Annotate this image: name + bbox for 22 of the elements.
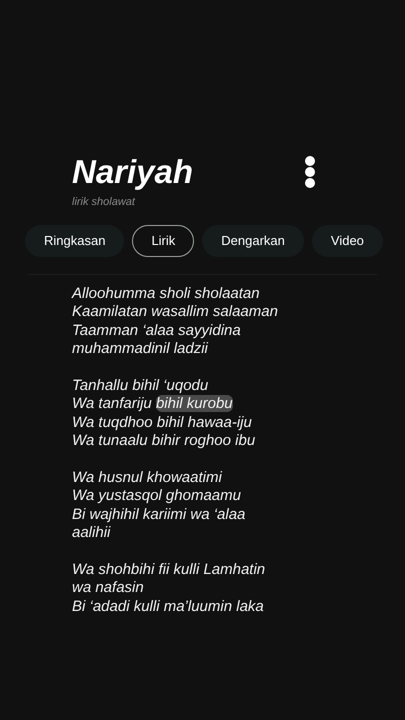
lyric-line: Wa tunaalu bihir roghoo ibu xyxy=(72,432,256,450)
lyric-line: Wa husnul khowaatimi xyxy=(72,468,224,487)
song-subtitle: lirik sholawat xyxy=(72,195,136,210)
lyric-line: Bi wajhihil kariimi wa ‘alaa xyxy=(72,506,246,524)
tab[interactable]: Video xyxy=(312,224,383,256)
lyric-line: Wa tuqdhoo bihil hawaa-iju xyxy=(72,414,253,432)
lyric-line: Wa tanfariju bihil kurobu xyxy=(72,395,234,414)
lyric-line: aalihii xyxy=(72,524,112,542)
lyric-line: Kaamilatan wasallim salaaman xyxy=(72,303,279,322)
lyric-line: muhammadinil ladzii xyxy=(72,340,210,358)
lyric-line: Alloohumma sholi sholaatan xyxy=(72,284,261,303)
lyric-line: Wa yustasqol ghomaamu xyxy=(72,487,242,506)
lyric-line: Taamman ‘alaa sayyidina xyxy=(72,322,242,340)
tab[interactable]: Ringkasan xyxy=(25,224,124,256)
lyric-line: Wa shohbihi fii kulli Lamhatin xyxy=(72,560,266,579)
song-title: Nariyah xyxy=(72,152,194,192)
lyric-line: Bi ‘adadi kulli ma’luumin laka xyxy=(72,598,265,616)
more-options-icon[interactable] xyxy=(305,156,315,188)
lyric-line: Tanhallu bihil ‘uqodu xyxy=(72,376,210,395)
tab[interactable]: Dengarkan xyxy=(202,224,304,256)
lyric-line: wa nafasin xyxy=(72,579,145,598)
tab[interactable]: Lirik xyxy=(132,224,194,256)
